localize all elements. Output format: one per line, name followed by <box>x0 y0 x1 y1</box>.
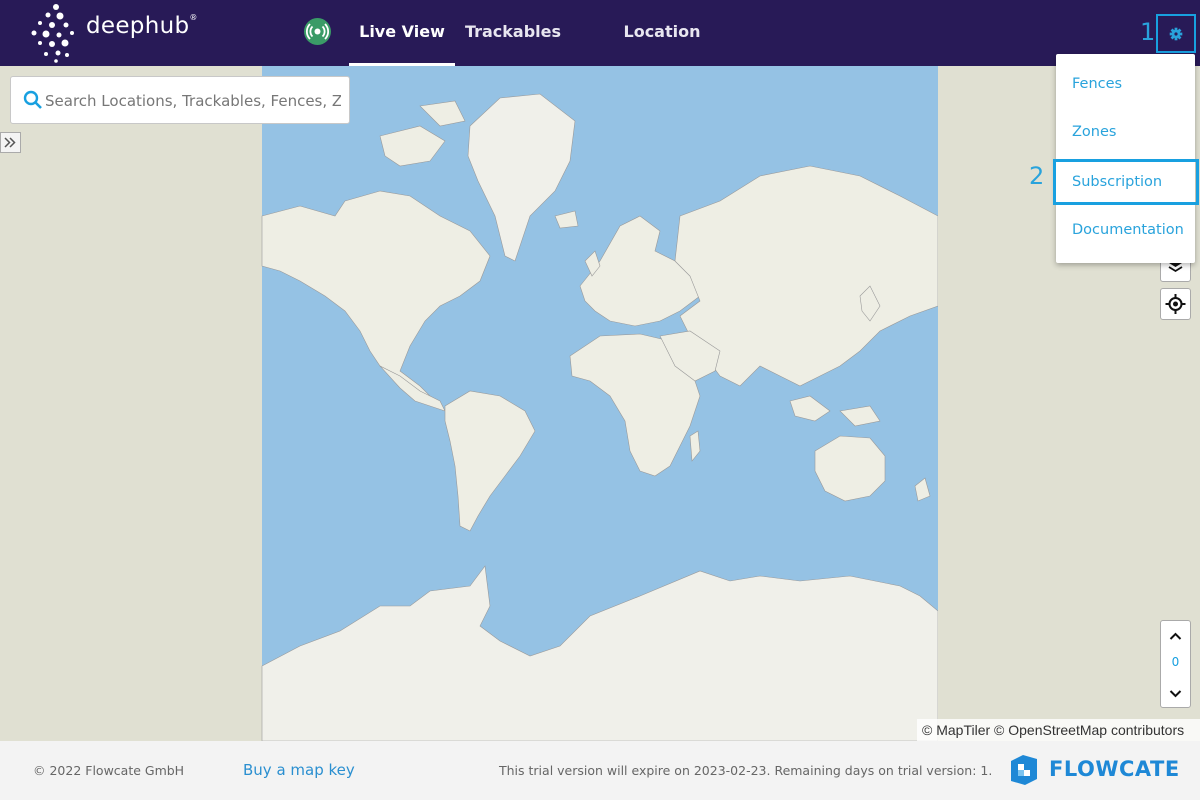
footer: © 2022 Flowcate GmbH Buy a map key This … <box>0 741 1200 800</box>
flowcate-wordmark: FLOWCATE <box>1049 757 1180 781</box>
floor-down-button[interactable] <box>1161 679 1190 709</box>
map-attribution[interactable]: © MapTiler © OpenStreetMap contributors <box>917 719 1200 741</box>
logo-wordmark: deephub® <box>86 13 198 39</box>
flowcate-logo-mark-icon <box>1011 755 1037 785</box>
map-canvas[interactable] <box>0 66 1200 741</box>
annotation-marker-2: 2 <box>1029 162 1045 190</box>
crosshair-icon <box>1165 294 1186 314</box>
tab-location-providers[interactable]: Location Providers <box>578 0 746 105</box>
buy-map-key-link[interactable]: Buy a map key <box>243 761 355 779</box>
floor-up-button[interactable] <box>1161 621 1190 651</box>
chevron-up-icon <box>1169 632 1182 640</box>
floor-level-control: 0 <box>1160 620 1191 708</box>
floor-level-value: 0 <box>1171 655 1180 669</box>
search-box[interactable] <box>10 76 350 124</box>
tab-trackables[interactable]: Trackables <box>463 0 563 66</box>
locate-button[interactable] <box>1160 288 1191 320</box>
gear-icon <box>1169 27 1183 41</box>
expand-sidebar-button[interactable] <box>0 132 21 153</box>
copyright-text: © 2022 Flowcate GmbH <box>33 763 185 778</box>
world-map[interactable] <box>0 66 1200 741</box>
tab-live-view[interactable]: Live View <box>349 0 455 66</box>
chevron-down-icon <box>1169 690 1182 698</box>
menu-item-subscription[interactable]: Subscription <box>1053 159 1199 205</box>
deephub-logo[interactable]: deephub® <box>30 3 197 63</box>
menu-item-zones[interactable]: Zones <box>1056 110 1195 154</box>
deephub-logo-mark-icon <box>31 4 74 63</box>
search-input[interactable] <box>45 89 341 113</box>
settings-button[interactable] <box>1156 14 1196 53</box>
double-chevron-right-icon <box>4 137 16 148</box>
broadcast-icon[interactable] <box>304 18 331 45</box>
trial-notice: This trial version will expire on 2023-0… <box>499 763 993 778</box>
annotation-marker-1: 1 <box>1140 18 1156 46</box>
search-icon <box>23 90 42 109</box>
top-navigation-bar: deephub® Live View Trackables Location P… <box>0 0 1200 105</box>
settings-dropdown-menu: Fences Zones Subscription Documentation <box>1053 54 1199 263</box>
menu-item-documentation[interactable]: Documentation <box>1056 208 1195 252</box>
menu-item-fences[interactable]: Fences <box>1056 62 1195 106</box>
